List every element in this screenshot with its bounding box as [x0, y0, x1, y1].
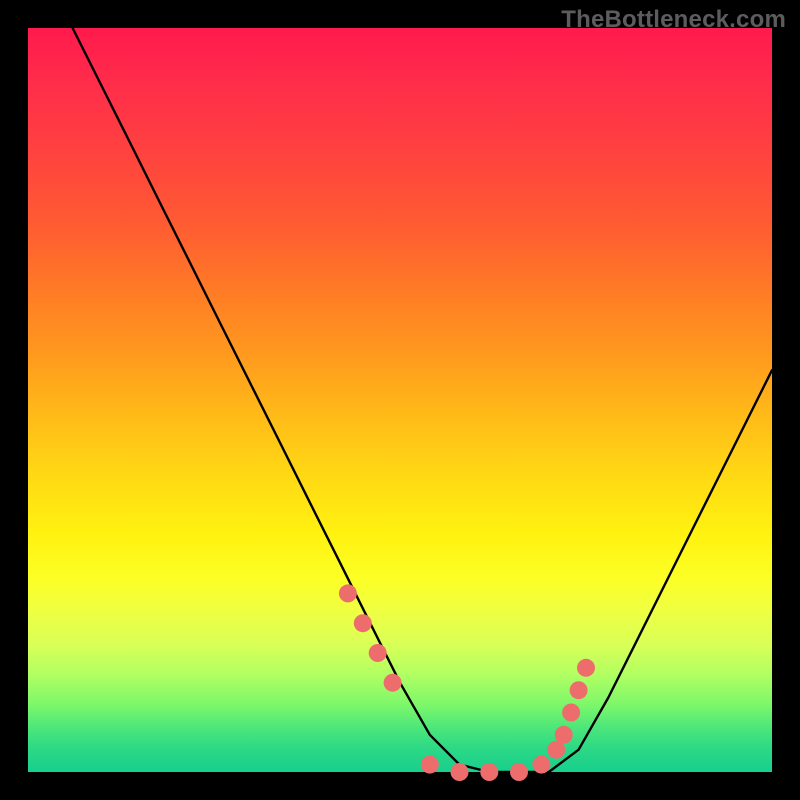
optimum-marker-dot [369, 644, 387, 662]
optimum-marker-dot [451, 763, 469, 781]
optimum-marker-dot [570, 681, 588, 699]
optimum-marker-dot [384, 674, 402, 692]
optimum-marker-dot [421, 756, 439, 774]
chart-frame: TheBottleneck.com [0, 0, 800, 800]
optimum-marker-dot [510, 763, 528, 781]
optimum-marker-dot [354, 614, 372, 632]
optimum-marker-dot [562, 704, 580, 722]
optimum-marker-dot [577, 659, 595, 677]
bottleneck-curve [73, 28, 772, 772]
heat-gradient-plot-area [28, 28, 772, 772]
optimum-marker-dot [555, 726, 573, 744]
optimum-marker-dots [339, 584, 595, 781]
curve-layer [28, 28, 772, 772]
optimum-marker-dot [480, 763, 498, 781]
optimum-marker-dot [532, 756, 550, 774]
bottleneck-curve-path [73, 28, 772, 772]
watermark-text: TheBottleneck.com [561, 6, 786, 34]
optimum-marker-dot [339, 584, 357, 602]
